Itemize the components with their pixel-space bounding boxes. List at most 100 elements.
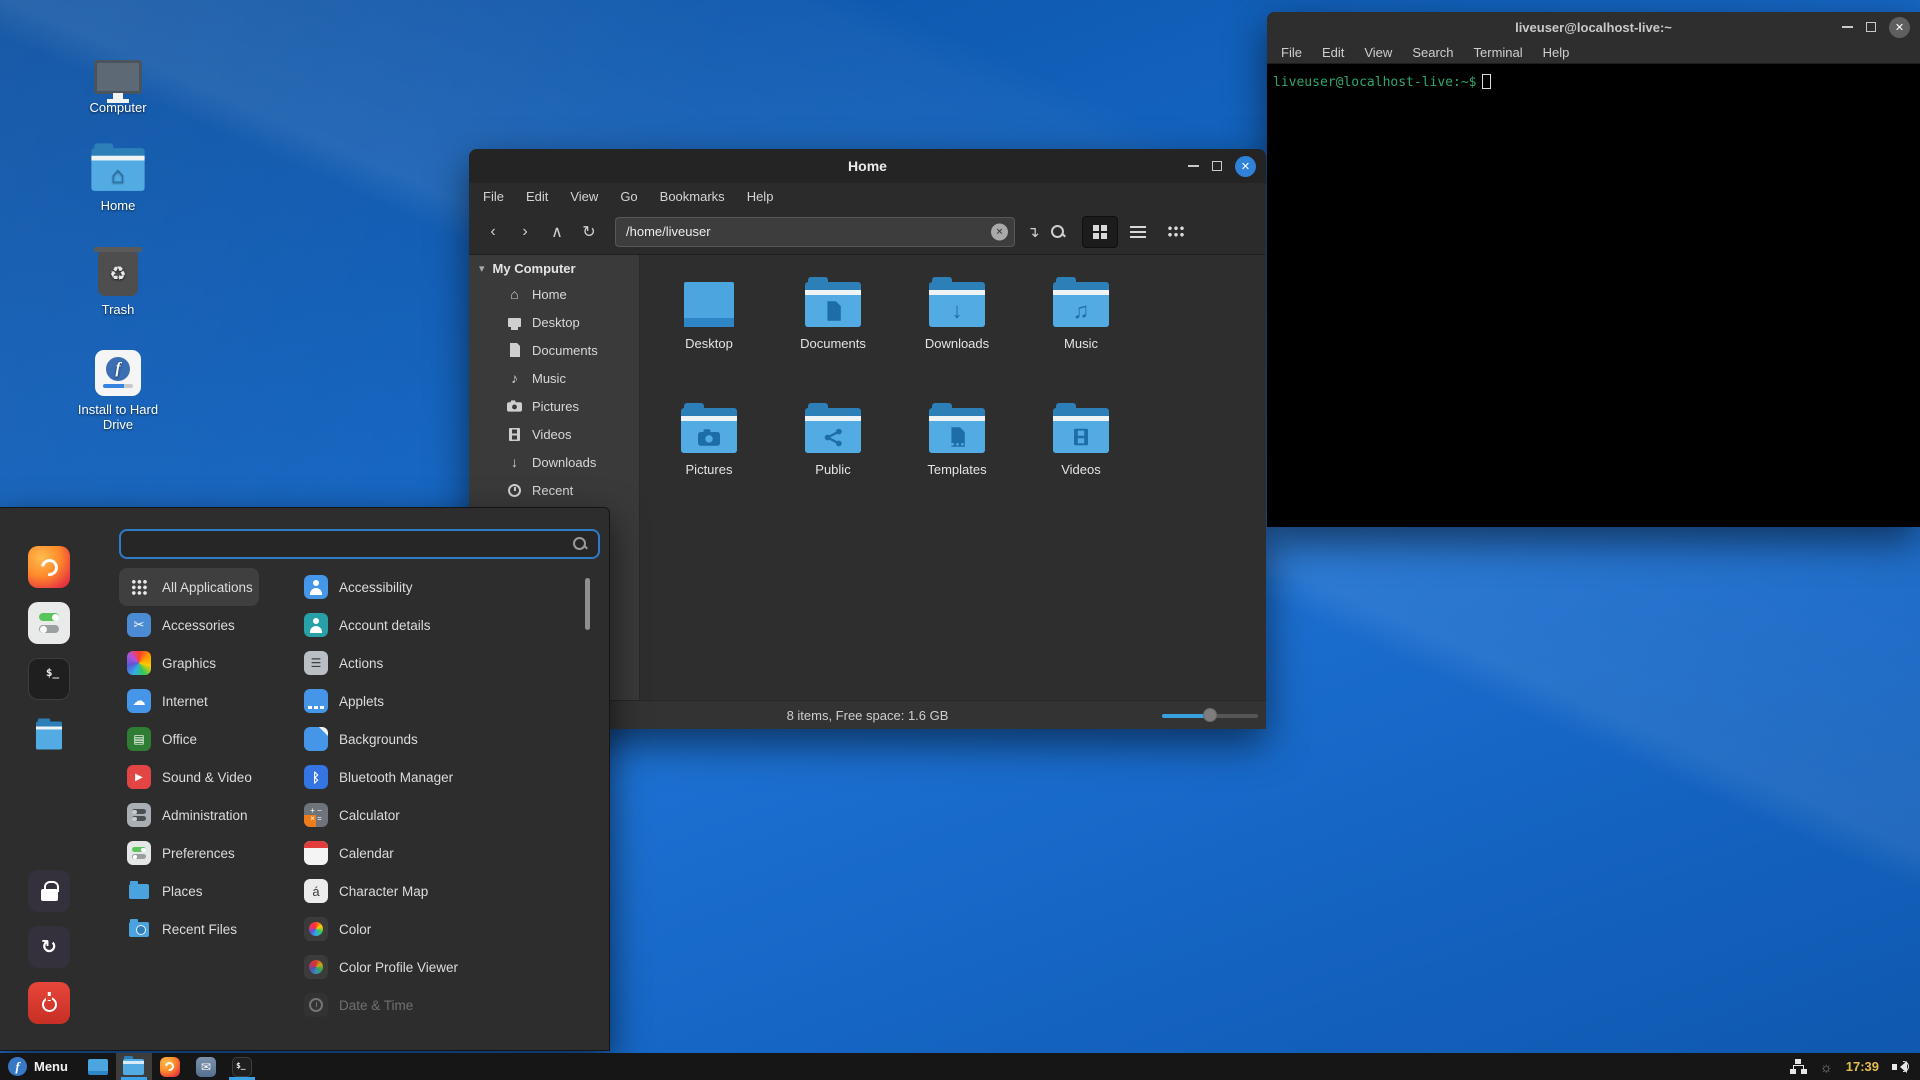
status-spinner-icon[interactable]: ☼ xyxy=(1820,1059,1833,1075)
menu-bookmarks[interactable]: Bookmarks xyxy=(660,189,725,204)
up-button[interactable]: ∧ xyxy=(541,216,573,248)
lock-screen-icon[interactable] xyxy=(28,870,70,912)
app-actions[interactable]: ☰ Actions xyxy=(296,644,576,682)
sidebar-item-videos[interactable]: Videos xyxy=(469,420,639,448)
terminal-output[interactable]: liveuser@localhost-live:~$ xyxy=(1267,64,1920,100)
minimize-button[interactable] xyxy=(1188,165,1199,167)
menu-view[interactable]: View xyxy=(570,189,598,204)
app-date-time[interactable]: Date & Time xyxy=(296,986,576,1024)
menu-search[interactable]: Search xyxy=(1412,45,1453,60)
sidebar-item-home[interactable]: ⌂ Home xyxy=(469,280,639,308)
category-sound-video[interactable]: ▶ Sound & Video xyxy=(119,758,259,796)
close-button[interactable]: ✕ xyxy=(1889,17,1910,38)
taskbar-files-window[interactable] xyxy=(116,1053,152,1080)
status-text: 8 items, Free space: 1.6 GB xyxy=(787,708,949,723)
category-internet[interactable]: ☁ Internet xyxy=(119,682,259,720)
sidebar-item-music[interactable]: ♪ Music xyxy=(469,364,639,392)
menu-button[interactable]: f Menu xyxy=(0,1053,80,1080)
folder-item-templates[interactable]: Templates xyxy=(895,397,1019,523)
files-launcher-icon[interactable] xyxy=(28,714,70,756)
category-office[interactable]: ▤ Office xyxy=(119,720,259,758)
clock[interactable]: 17:39 xyxy=(1846,1059,1879,1074)
app-color-profile-viewer[interactable]: Color Profile Viewer xyxy=(296,948,576,986)
sidebar-section-my-computer[interactable]: ▾ My Computer xyxy=(469,255,639,280)
category-all-applications[interactable]: All Applications xyxy=(119,568,259,606)
desktop-icon-home[interactable]: ⌂ Home xyxy=(62,134,174,213)
desktop-icon-install[interactable]: f Install to Hard Drive xyxy=(62,338,174,432)
app-backgrounds[interactable]: Backgrounds xyxy=(296,720,576,758)
system-settings-icon[interactable] xyxy=(28,602,70,644)
network-icon[interactable] xyxy=(1790,1059,1807,1074)
folder-item-music[interactable]: ♫ Music xyxy=(1019,271,1143,397)
app-character-map[interactable]: á Character Map xyxy=(296,872,576,910)
menu-help[interactable]: Help xyxy=(1543,45,1570,60)
zoom-slider[interactable] xyxy=(1162,708,1258,722)
zoom-slider-knob[interactable] xyxy=(1203,708,1217,722)
back-button[interactable]: ‹ xyxy=(477,216,509,248)
terminal-launcher-icon[interactable]: $_ xyxy=(28,658,70,700)
app-calculator[interactable]: + −× = Calculator xyxy=(296,796,576,834)
taskbar-firefox-launcher[interactable] xyxy=(152,1053,188,1080)
folder-item-videos[interactable]: Videos xyxy=(1019,397,1143,523)
sidebar-item-recent[interactable]: Recent xyxy=(469,476,639,504)
category-recent-files[interactable]: Recent Files xyxy=(119,910,259,948)
volume-icon[interactable] xyxy=(1892,1059,1910,1074)
menu-go[interactable]: Go xyxy=(620,189,637,204)
sidebar-item-documents[interactable]: Documents xyxy=(469,336,639,364)
folder-item-documents[interactable]: Documents xyxy=(771,271,895,397)
compact-view-button[interactable] xyxy=(1158,216,1194,248)
search-input[interactable] xyxy=(119,529,600,559)
menu-edit[interactable]: Edit xyxy=(526,189,548,204)
app-accessibility[interactable]: Accessibility xyxy=(296,568,576,606)
file-grid[interactable]: Desktop Documents ↓ Downloads ♫ Music Pi… xyxy=(641,255,1266,700)
sidebar-item-desktop[interactable]: Desktop xyxy=(469,308,639,336)
close-button[interactable]: ✕ xyxy=(1235,156,1256,177)
list-view-button[interactable] xyxy=(1120,216,1156,248)
firefox-launcher-icon[interactable] xyxy=(28,546,70,588)
app-bluetooth-manager[interactable]: ᛒ Bluetooth Manager xyxy=(296,758,576,796)
terminal-titlebar[interactable]: liveuser@localhost-live:~ ✕ xyxy=(1267,12,1920,42)
maximize-button[interactable] xyxy=(1866,22,1876,32)
menu-file[interactable]: File xyxy=(483,189,504,204)
forward-button[interactable]: › xyxy=(509,216,541,248)
menu-terminal[interactable]: Terminal xyxy=(1474,45,1523,60)
app-color[interactable]: Color xyxy=(296,910,576,948)
scrollbar[interactable] xyxy=(585,578,590,630)
category-places[interactable]: Places xyxy=(119,872,259,910)
menu-help[interactable]: Help xyxy=(747,189,774,204)
folder-item-pictures[interactable]: Pictures xyxy=(647,397,771,523)
power-icon[interactable] xyxy=(28,982,70,1024)
menu-edit[interactable]: Edit xyxy=(1322,45,1344,60)
sidebar-item-downloads[interactable]: ↓ Downloads xyxy=(469,448,639,476)
toggle-location-entry-icon[interactable]: ↴ xyxy=(1027,223,1040,241)
folder-item-public[interactable]: Public xyxy=(771,397,895,523)
chevron-down-icon[interactable]: ▾ xyxy=(479,262,485,275)
search-icon[interactable] xyxy=(1050,224,1066,240)
clear-location-icon[interactable]: ✕ xyxy=(991,223,1008,240)
folder-item-desktop[interactable]: Desktop xyxy=(647,271,771,397)
templates-folder-icon xyxy=(929,408,985,453)
category-accessories[interactable]: ✂ Accessories xyxy=(119,606,259,644)
location-bar[interactable]: /home/liveuser ✕ xyxy=(615,217,1015,247)
minimize-button[interactable] xyxy=(1842,26,1853,28)
folder-item-downloads[interactable]: ↓ Downloads xyxy=(895,271,1019,397)
sidebar-item-pictures[interactable]: Pictures xyxy=(469,392,639,420)
category-preferences[interactable]: Preferences xyxy=(119,834,259,872)
menu-view[interactable]: View xyxy=(1364,45,1392,60)
taskbar-terminal-window[interactable]: $_ xyxy=(224,1053,260,1080)
category-graphics[interactable]: Graphics xyxy=(119,644,259,682)
desktop-icon-trash[interactable]: ♻ Trash xyxy=(62,238,174,317)
app-account-details[interactable]: Account details xyxy=(296,606,576,644)
maximize-button[interactable] xyxy=(1212,161,1222,171)
show-desktop-button[interactable] xyxy=(80,1053,116,1080)
logout-icon[interactable]: ↻ xyxy=(28,926,70,968)
app-calendar[interactable]: Calendar xyxy=(296,834,576,872)
app-applets[interactable]: Applets xyxy=(296,682,576,720)
menu-file[interactable]: File xyxy=(1281,45,1302,60)
desktop-icon-computer[interactable]: Computer xyxy=(62,36,174,115)
category-administration[interactable]: Administration xyxy=(119,796,259,834)
refresh-button[interactable]: ↻ xyxy=(573,216,605,248)
file-manager-titlebar[interactable]: Home ✕ xyxy=(469,149,1266,183)
icon-view-button[interactable] xyxy=(1082,216,1118,248)
taskbar-mail-launcher[interactable]: ✉ xyxy=(188,1053,224,1080)
